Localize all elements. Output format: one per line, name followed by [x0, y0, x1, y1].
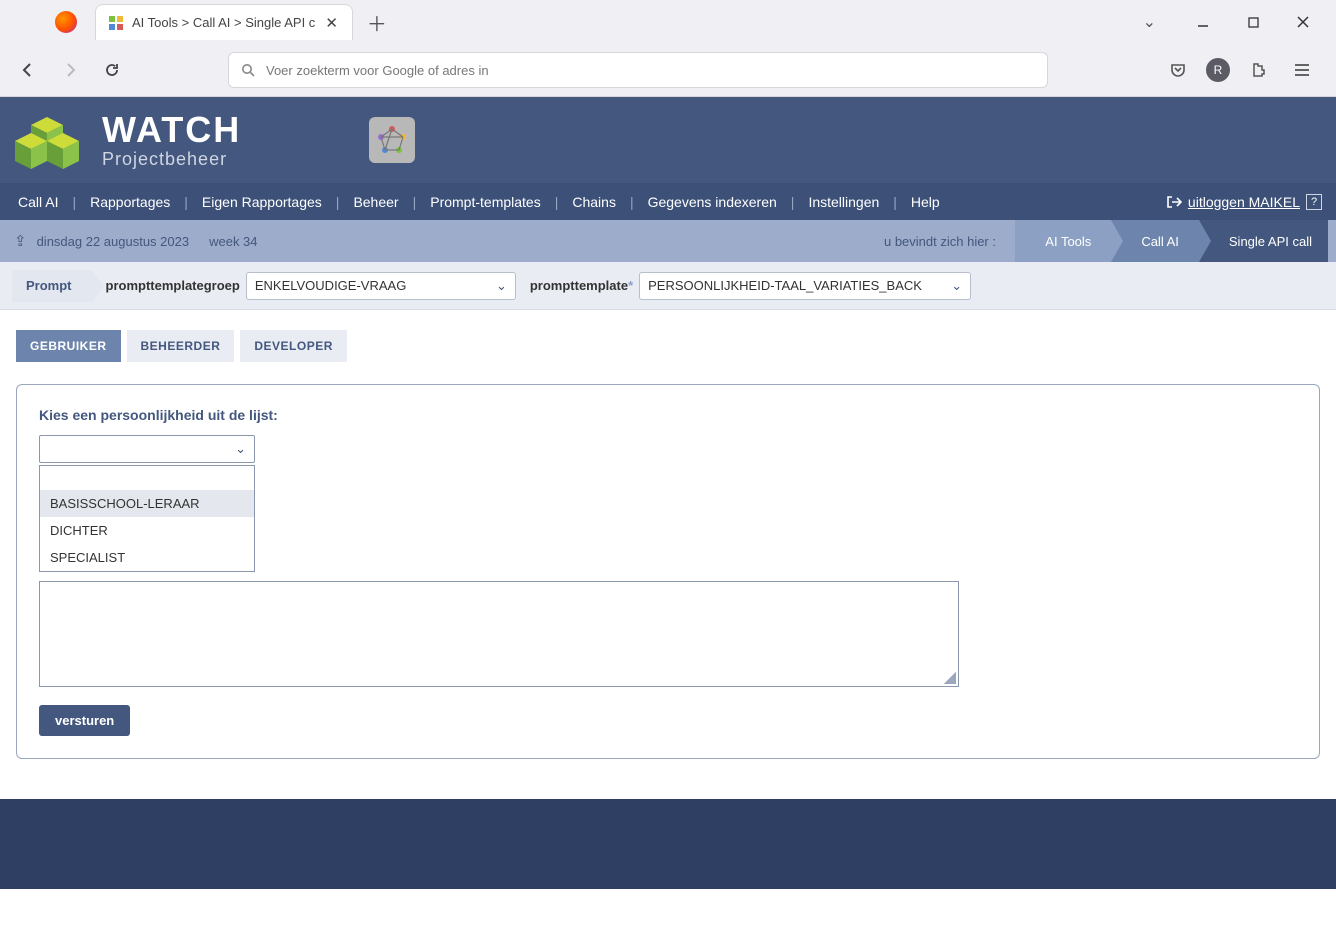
breadcrumb: AI Tools Call AI Single API call: [1015, 220, 1328, 262]
firefox-logo-icon: [55, 11, 77, 33]
header-network-icon[interactable]: [369, 117, 415, 163]
tab-developer[interactable]: DEVELOPER: [240, 330, 347, 362]
nav-item-rapportages[interactable]: Rapportages: [86, 194, 174, 210]
breadcrumb-item-single-api-call: Single API call: [1199, 220, 1328, 262]
nav-item-help[interactable]: Help: [907, 194, 944, 210]
group-select[interactable]: ENKELVOUDIGE-VRAAG ⌄: [246, 272, 516, 300]
new-tab-button[interactable]: ＋: [363, 8, 391, 36]
omnibox-placeholder: Voer zoekterm voor Google of adres in: [266, 63, 489, 78]
nav-item-instellingen[interactable]: Instellingen: [804, 194, 883, 210]
window-close-button[interactable]: [1280, 4, 1326, 40]
browser-chrome: AI Tools > Call AI > Single API c ✕ ＋ ⌄ …: [0, 0, 1336, 97]
persoonlijkheid-select[interactable]: ⌄: [39, 435, 255, 463]
template-value: PERSOONLIJKHEID-TAAL_VARIATIES_BACK: [648, 278, 922, 293]
tab-favicon-icon: [108, 15, 124, 31]
breadcrumb-item-call-ai[interactable]: Call AI: [1111, 220, 1199, 262]
dropdown-option-dichter[interactable]: DICHTER: [40, 517, 254, 544]
versturen-button[interactable]: versturen: [39, 705, 130, 736]
brand-subtitle: Projectbeheer: [102, 150, 241, 168]
group-select-wrap: prompttemplategroep ENKELVOUDIGE-VRAAG ⌄: [106, 272, 516, 300]
chevron-down-icon: ⌄: [496, 278, 507, 294]
template-select-wrap: prompttemplate* PERSOONLIJKHEID-TAAL_VAR…: [530, 272, 971, 300]
tab-beheerder[interactable]: BEHEERDER: [127, 330, 235, 362]
logout-link[interactable]: uitloggen MAIKEL: [1188, 194, 1300, 210]
search-icon: [241, 63, 256, 78]
persoonlijkheid-select-wrap: ⌄ BASISSCHOOL-LERAAR DICHTER SPECIALIST: [39, 435, 255, 463]
persoonlijkheid-label: Kies een persoonlijkheid uit de lijst:: [39, 407, 1297, 423]
chevron-down-icon: ⌄: [235, 441, 246, 457]
chevron-down-icon: ⌄: [951, 278, 962, 294]
toolbar-right: R: [1162, 54, 1324, 86]
nav-item-call-ai[interactable]: Call AI: [14, 194, 62, 210]
page-content: GEBRUIKER BEHEERDER DEVELOPER Kies een p…: [0, 310, 1336, 799]
template-label: prompttemplate*: [530, 278, 633, 293]
dropdown-option-specialist[interactable]: SPECIALIST: [40, 544, 254, 571]
window-controls: ⌄: [1143, 4, 1336, 40]
template-select[interactable]: PERSOONLIJKHEID-TAAL_VARIATIES_BACK ⌄: [639, 272, 971, 300]
breadcrumb-item-ai-tools[interactable]: AI Tools: [1015, 220, 1111, 262]
brand-name: WATCH: [102, 112, 241, 148]
window-maximize-button[interactable]: [1230, 4, 1276, 40]
nav-reload-button[interactable]: [96, 54, 128, 86]
tabs-overflow-icon[interactable]: ⌄: [1143, 12, 1156, 32]
pocket-icon[interactable]: [1162, 54, 1194, 86]
help-badge-icon[interactable]: ?: [1306, 194, 1322, 210]
up-arrow-icon[interactable]: ⇪: [14, 232, 27, 250]
dropdown-option-basisschool-leraar[interactable]: BASISSCHOOL-LERAAR: [40, 490, 254, 517]
nav-item-eigen-rapportages[interactable]: Eigen Rapportages: [198, 194, 326, 210]
nav-item-chains[interactable]: Chains: [568, 194, 620, 210]
dropdown-option-blank[interactable]: [40, 466, 254, 490]
logout-icon: [1166, 195, 1182, 209]
main-nav: Call AI| Rapportages| Eigen Rapportages|…: [0, 183, 1336, 220]
location-bar: ⇪ dinsdag 22 augustus 2023 week 34 u bev…: [0, 220, 1336, 262]
nav-item-prompt-templates[interactable]: Prompt-templates: [426, 194, 544, 210]
nav-item-beheer[interactable]: Beheer: [349, 194, 402, 210]
form-panel: Kies een persoonlijkheid uit de lijst: ⌄…: [16, 384, 1320, 759]
extensions-icon[interactable]: [1242, 54, 1274, 86]
week-text: week 34: [209, 234, 257, 249]
menu-hamburger-icon[interactable]: [1286, 54, 1318, 86]
profile-avatar[interactable]: R: [1206, 58, 1230, 82]
brand-text: WATCH Projectbeheer: [102, 112, 241, 168]
tabstrip: AI Tools > Call AI > Single API c ✕ ＋ ⌄: [0, 0, 1336, 44]
nav-back-button[interactable]: [12, 54, 44, 86]
content-tabs: GEBRUIKER BEHEERDER DEVELOPER: [16, 330, 1320, 362]
nav-forward-button[interactable]: [54, 54, 86, 86]
group-value: ENKELVOUDIGE-VRAAG: [255, 278, 406, 293]
browser-toolbar: Voer zoekterm voor Google of adres in R: [0, 44, 1336, 96]
step-prompt: Prompt: [12, 270, 92, 302]
local-step-bar: Prompt prompttemplategroep ENKELVOUDIGE-…: [0, 262, 1336, 310]
window-minimize-button[interactable]: [1180, 4, 1226, 40]
tab-close-icon[interactable]: ✕: [323, 14, 340, 32]
app-header: WATCH Projectbeheer: [0, 97, 1336, 183]
nav-item-gegevens-indexeren[interactable]: Gegevens indexeren: [644, 194, 781, 210]
omnibox[interactable]: Voer zoekterm voor Google of adres in: [228, 52, 1048, 88]
browser-tab[interactable]: AI Tools > Call AI > Single API c ✕: [95, 4, 353, 40]
persoonlijkheid-dropdown: BASISSCHOOL-LERAAR DICHTER SPECIALIST: [39, 465, 255, 572]
tab-title: AI Tools > Call AI > Single API c: [132, 15, 315, 30]
tab-gebruiker[interactable]: GEBRUIKER: [16, 330, 121, 362]
app-footer: [0, 799, 1336, 889]
prompt-textarea[interactable]: [39, 581, 959, 687]
date-text: dinsdag 22 augustus 2023: [37, 234, 190, 249]
app-logo-icon: [10, 103, 84, 177]
group-label: prompttemplategroep: [106, 278, 240, 293]
